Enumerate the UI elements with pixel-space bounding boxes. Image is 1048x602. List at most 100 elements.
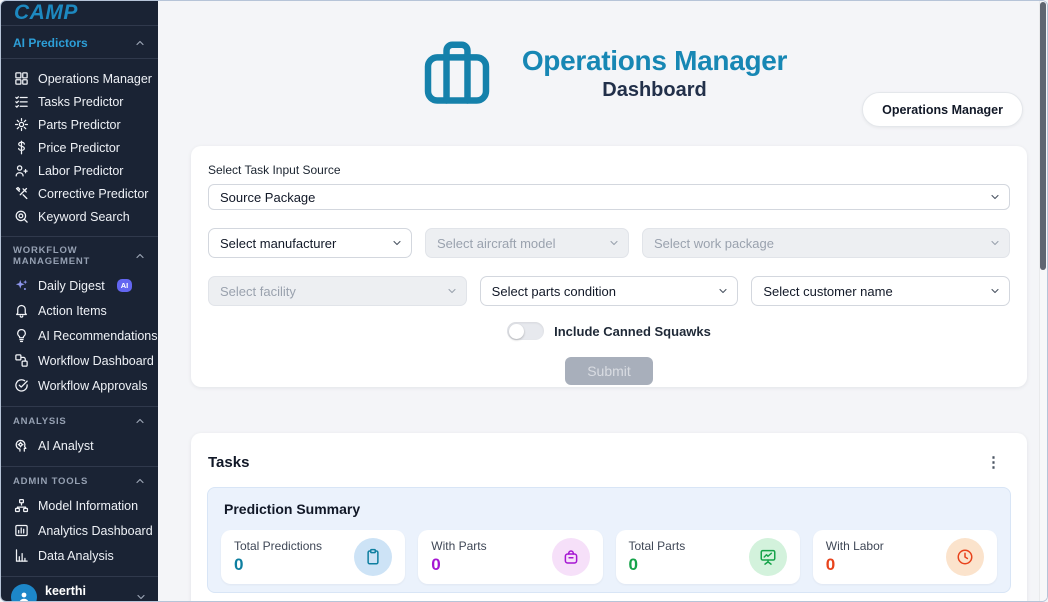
section-analysis[interactable]: ANALYSIS [1, 407, 158, 433]
sidebar-item-price-predictor[interactable]: Price Predictor [1, 136, 158, 159]
chevron-down-icon [989, 191, 1001, 203]
section-label: ADMIN TOOLS [13, 476, 88, 487]
sidebar-item-label: AI Analyst [38, 439, 94, 453]
stat-card-with-parts: With Parts 0 [418, 530, 602, 584]
prediction-summary-panel: Prediction Summary Total Predictions 0 [207, 487, 1011, 593]
customer-name-select-value: Select customer name [763, 284, 892, 299]
role-selector-button[interactable]: Operations Manager [862, 92, 1023, 127]
parts-condition-select[interactable]: Select parts condition [480, 276, 739, 306]
sidebar-item-workflow-approvals[interactable]: Workflow Approvals [1, 373, 158, 398]
stat-label: With Parts [431, 539, 486, 553]
avatar [11, 584, 37, 602]
user-menu[interactable]: keerthi keerthi@western.com [1, 576, 158, 602]
stat-label: With Labor [826, 539, 884, 553]
sidebar-item-workflow-dashboard[interactable]: Workflow Dashboard [1, 348, 158, 373]
briefcase-icon [418, 37, 496, 111]
nav-group-admin: ADMIN TOOLS Model Information Analytics … [1, 467, 158, 576]
stat-card-with-labor: With Labor 0 [813, 530, 997, 584]
scrollbar-track[interactable] [1039, 1, 1047, 601]
parts-bag-icon [552, 538, 590, 576]
sidebar-item-label: Data Analysis [38, 549, 114, 563]
sidebar-item-data-analysis[interactable]: Data Analysis [1, 543, 158, 568]
aircraft-model-select[interactable]: Select aircraft model [425, 228, 629, 258]
customer-name-select[interactable]: Select customer name [751, 276, 1010, 306]
select-row-2: Select facility Select parts condition S… [208, 276, 1010, 306]
sidebar-item-ai-analyst[interactable]: AI Analyst [1, 433, 158, 458]
task-input-source-value: Source Package [220, 190, 315, 205]
tasks-card: Tasks ⋮ Prediction Summary Total Predict… [191, 433, 1027, 601]
sidebar-item-daily-digest[interactable]: Daily Digest AI [1, 273, 158, 298]
section-label: ANALYSIS [13, 416, 67, 427]
chevron-down-icon [989, 285, 1001, 297]
manufacturer-select[interactable]: Select manufacturer [208, 228, 412, 258]
manufacturer-select-value: Select manufacturer [220, 236, 336, 251]
nav-group-ai-predictors: Operations Manager Tasks Predictor Parts… [1, 59, 158, 237]
section-workflow-management[interactable]: WORKFLOW MANAGEMENT [1, 237, 158, 273]
select-row-1: Select manufacturer Select aircraft mode… [208, 228, 1010, 258]
sidebar-item-parts-predictor[interactable]: Parts Predictor [1, 113, 158, 136]
prediction-summary-title: Prediction Summary [221, 501, 997, 517]
stat-value: 0 [629, 555, 686, 575]
chevron-down-icon [989, 237, 1001, 249]
stat-value: 0 [234, 555, 322, 575]
task-input-source-label: Select Task Input Source [208, 163, 1010, 177]
scrollbar-thumb[interactable] [1040, 2, 1046, 270]
bell-icon [13, 303, 29, 319]
sidebar-item-label: Workflow Approvals [38, 379, 148, 393]
chevron-down-icon [391, 237, 403, 249]
chevron-down-icon [608, 237, 620, 249]
section-label: WORKFLOW MANAGEMENT [13, 245, 134, 267]
ai-badge: AI [117, 279, 133, 293]
facility-select[interactable]: Select facility [208, 276, 467, 306]
sidebar-item-label: Keyword Search [38, 210, 130, 224]
sidebar-item-model-information[interactable]: Model Information [1, 493, 158, 518]
sidebar-item-label: Parts Predictor [38, 118, 121, 132]
search-icon [13, 209, 29, 225]
sparkles-icon [13, 278, 29, 294]
submit-button[interactable]: Submit [565, 357, 653, 385]
canned-squawks-label: Include Canned Squawks [554, 324, 711, 339]
stat-label: Total Parts [629, 539, 686, 553]
sidebar-item-action-items[interactable]: Action Items [1, 298, 158, 323]
sidebar-item-analytics-dashboard[interactable]: Analytics Dashboard [1, 518, 158, 543]
sidebar-item-corrective-predictor[interactable]: Corrective Predictor [1, 182, 158, 205]
clock-icon [946, 538, 984, 576]
camp-logo: CAMP [14, 1, 78, 25]
analytics-icon [13, 523, 29, 539]
prediction-form-card: Select Task Input Source Source Package … [191, 146, 1027, 387]
ai-head-icon [13, 438, 29, 454]
work-package-select[interactable]: Select work package [642, 228, 1010, 258]
page-subtitle: Dashboard [522, 79, 787, 102]
sidebar-item-label: Workflow Dashboard [38, 354, 154, 368]
chevron-down-icon [446, 285, 458, 297]
canned-squawks-toggle[interactable] [507, 322, 544, 340]
dashboard-grid-icon [13, 71, 29, 87]
chevron-up-icon [134, 475, 146, 487]
tools-icon [13, 186, 29, 202]
stat-label: Total Predictions [234, 539, 322, 553]
sidebar-item-label: Price Predictor [38, 141, 120, 155]
sidebar-item-operations-manager[interactable]: Operations Manager [1, 67, 158, 90]
stat-card-row: Total Predictions 0 With Parts 0 [221, 530, 997, 584]
aircraft-model-select-value: Select aircraft model [437, 236, 556, 251]
sidebar-item-label: Action Items [38, 304, 107, 318]
section-ai-predictors[interactable]: AI Predictors [1, 26, 158, 59]
sidebar-item-label: Tasks Predictor [38, 95, 123, 109]
stat-value: 0 [431, 555, 486, 575]
sidebar-item-ai-recommendations[interactable]: AI Recommendations AI [1, 323, 158, 348]
stat-card-total-parts: Total Parts 0 [616, 530, 800, 584]
kebab-menu-icon[interactable]: ⋮ [986, 455, 1001, 470]
task-input-source-select[interactable]: Source Package [208, 184, 1010, 210]
workflow-icon [13, 353, 29, 369]
chevron-up-icon [134, 415, 146, 427]
sidebar-item-keyword-search[interactable]: Keyword Search [1, 205, 158, 228]
stat-value: 0 [826, 555, 884, 575]
person-icon [13, 163, 29, 179]
hierarchy-icon [13, 498, 29, 514]
sidebar-item-tasks-predictor[interactable]: Tasks Predictor [1, 90, 158, 113]
clipboard-icon [354, 538, 392, 576]
section-admin-tools[interactable]: ADMIN TOOLS [1, 467, 158, 493]
tasks-title: Tasks [208, 454, 249, 471]
sidebar-item-label: AI Recommendations [38, 329, 158, 343]
sidebar-item-labor-predictor[interactable]: Labor Predictor [1, 159, 158, 182]
